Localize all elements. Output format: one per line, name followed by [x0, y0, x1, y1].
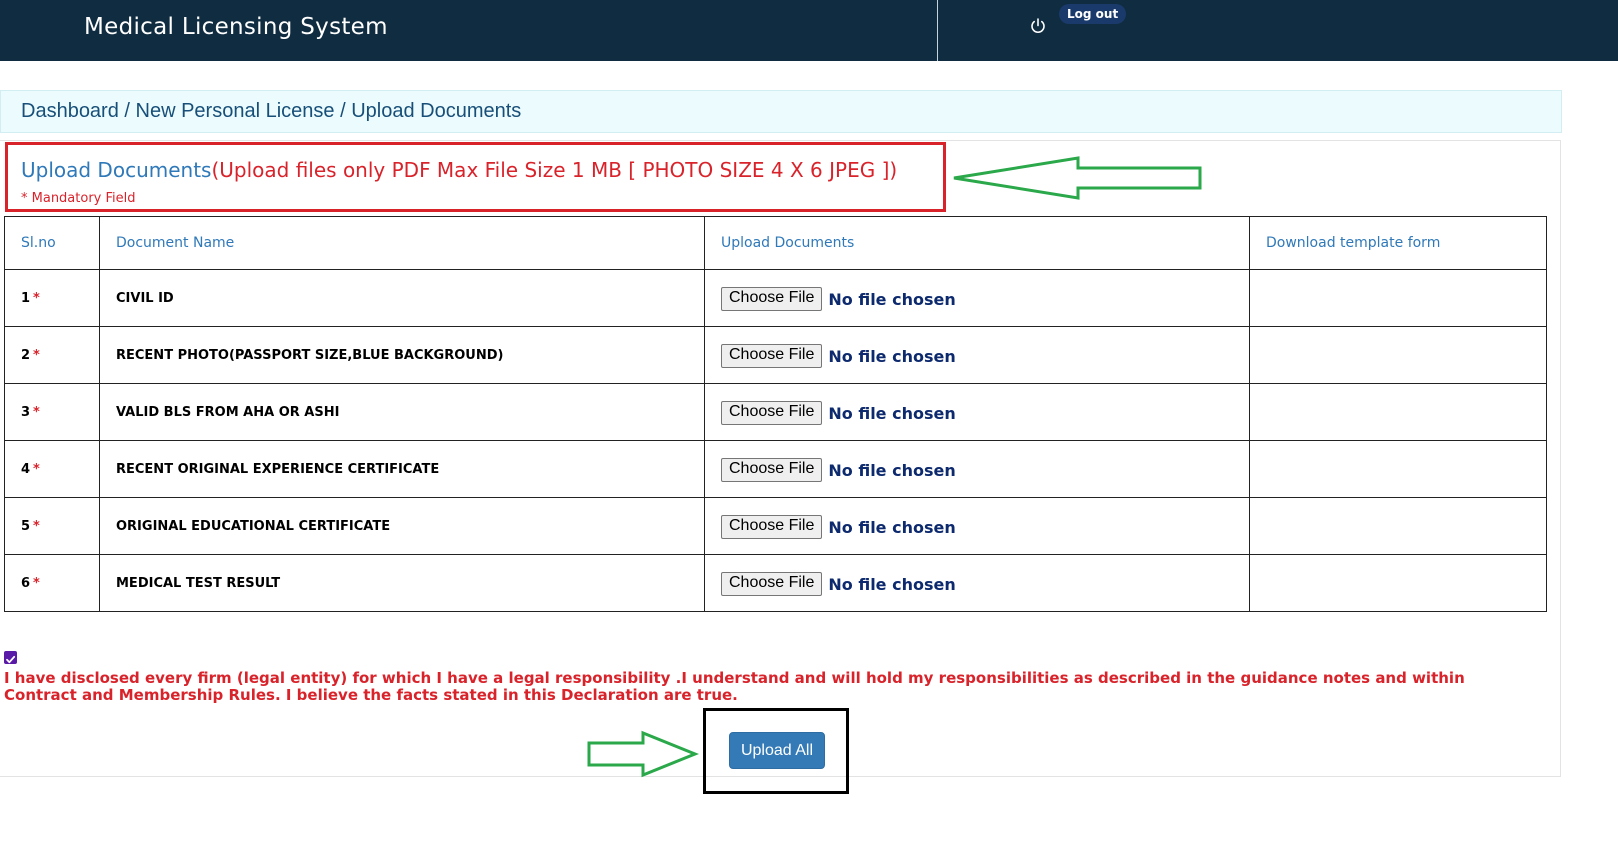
file-status: No file chosen [828, 460, 956, 480]
mandatory-field-note: * Mandatory Field [21, 191, 136, 206]
upload-cell: Choose File No file chosen [704, 554, 1250, 612]
required-marker: * [33, 518, 40, 534]
upload-rules-note: (Upload files only PDF Max File Size 1 M… [211, 158, 898, 182]
required-marker: * [33, 290, 40, 306]
page-title-text: Upload Documents [21, 158, 212, 182]
row-number: 3 [21, 404, 31, 420]
row-number-cell: 4 * [4, 440, 100, 498]
choose-file-button[interactable]: Choose File [721, 401, 823, 425]
document-name: MEDICAL TEST RESULT [99, 554, 705, 612]
breadcrumb: Dashboard / New Personal License / Uploa… [21, 100, 521, 123]
upload-cell: Choose File No file chosen [704, 269, 1250, 327]
download-template-cell [1249, 269, 1547, 327]
page-title: Upload Documents(Upload files only PDF M… [21, 158, 897, 182]
file-status: No file chosen [828, 574, 956, 594]
table-row: 2 * RECENT PHOTO(PASSPORT SIZE,BLUE BACKG… [4, 326, 1547, 384]
row-number: 2 [21, 347, 31, 363]
file-status: No file chosen [828, 517, 956, 537]
row-number-cell: 2 * [4, 326, 100, 384]
upload-cell: Choose File No file chosen [704, 497, 1250, 555]
download-template-cell [1249, 497, 1547, 555]
download-template-cell [1249, 554, 1547, 612]
required-marker: * [33, 404, 40, 420]
table-row: 1 * CIVIL ID Choose File No file chosen [4, 269, 1547, 327]
required-marker: * [33, 461, 40, 477]
breadcrumb-current: Upload Documents [351, 100, 522, 122]
file-status: No file chosen [828, 403, 956, 423]
required-marker: * [33, 575, 40, 591]
row-number: 4 [21, 461, 31, 477]
checkmark-icon [6, 655, 16, 664]
download-template-cell [1249, 383, 1547, 441]
required-marker: * [33, 347, 40, 363]
row-number: 1 [21, 290, 31, 306]
download-template-cell [1249, 326, 1547, 384]
row-number-cell: 1 * [4, 269, 100, 327]
declaration-checkbox[interactable] [4, 651, 17, 664]
row-number: 5 [21, 518, 31, 534]
breadcrumb-separator: / [118, 100, 136, 122]
power-icon[interactable] [1029, 17, 1047, 35]
col-header-upload-documents: Upload Documents [704, 216, 1250, 270]
row-number-cell: 6 * [4, 554, 100, 612]
choose-file-button[interactable]: Choose File [721, 458, 823, 482]
document-name: RECENT PHOTO(PASSPORT SIZE,BLUE BACKGROU… [99, 326, 705, 384]
app-title: Medical Licensing System [84, 14, 388, 40]
breadcrumb-bar: Dashboard / New Personal License / Uploa… [0, 90, 1562, 133]
document-name: VALID BLS FROM AHA OR ASHI [99, 383, 705, 441]
col-header-document-name: Document Name [99, 216, 705, 270]
col-header-download-template: Download template form [1249, 216, 1547, 270]
documents-table: Sl.no Document Name Upload Documents Dow… [4, 216, 1547, 612]
row-number-cell: 3 * [4, 383, 100, 441]
row-number: 6 [21, 575, 31, 591]
document-name: ORIGINAL EDUCATIONAL CERTIFICATE [99, 497, 705, 555]
navbar-divider [937, 0, 938, 61]
choose-file-button[interactable]: Choose File [721, 344, 823, 368]
top-navbar: Medical Licensing System Log out [0, 0, 1618, 61]
table-row: 6 * MEDICAL TEST RESULT Choose File No fil… [4, 554, 1547, 612]
upload-all-button[interactable]: Upload All [729, 732, 825, 769]
table-row: 4 * RECENT ORIGINAL EXPERIENCE CERTIFICAT… [4, 440, 1547, 498]
upload-cell: Choose File No file chosen [704, 326, 1250, 384]
table-row: 3 * VALID BLS FROM AHA OR ASHI Choose Fil… [4, 383, 1547, 441]
breadcrumb-separator: / [334, 100, 352, 122]
breadcrumb-dashboard[interactable]: Dashboard [21, 100, 119, 122]
annotation-arrow-right-icon [587, 730, 700, 778]
declaration-text: I have disclosed every firm (legal entit… [4, 669, 1465, 704]
table-row: 5 * ORIGINAL EDUCATIONAL CERTIFICATE Choo… [4, 497, 1547, 555]
annotation-arrow-left-icon [953, 156, 1202, 200]
choose-file-button[interactable]: Choose File [721, 572, 823, 596]
file-status: No file chosen [828, 289, 956, 309]
document-name: RECENT ORIGINAL EXPERIENCE CERTIFICATE [99, 440, 705, 498]
col-header-slno: Sl.no [4, 216, 100, 270]
upload-cell: Choose File No file chosen [704, 383, 1250, 441]
breadcrumb-new-personal-license[interactable]: New Personal License [136, 100, 335, 122]
document-name: CIVIL ID [99, 269, 705, 327]
logout-button[interactable]: Log out [1059, 4, 1127, 24]
file-status: No file chosen [828, 346, 956, 366]
upload-heading-highlight: Upload Documents(Upload files only PDF M… [5, 142, 946, 212]
choose-file-button[interactable]: Choose File [721, 287, 823, 311]
choose-file-button[interactable]: Choose File [721, 515, 823, 539]
upload-all-highlight: Upload All [703, 708, 849, 794]
table-header-row: Sl.no Document Name Upload Documents Dow… [4, 216, 1547, 270]
download-template-cell [1249, 440, 1547, 498]
row-number-cell: 5 * [4, 497, 100, 555]
upload-cell: Choose File No file chosen [704, 440, 1250, 498]
